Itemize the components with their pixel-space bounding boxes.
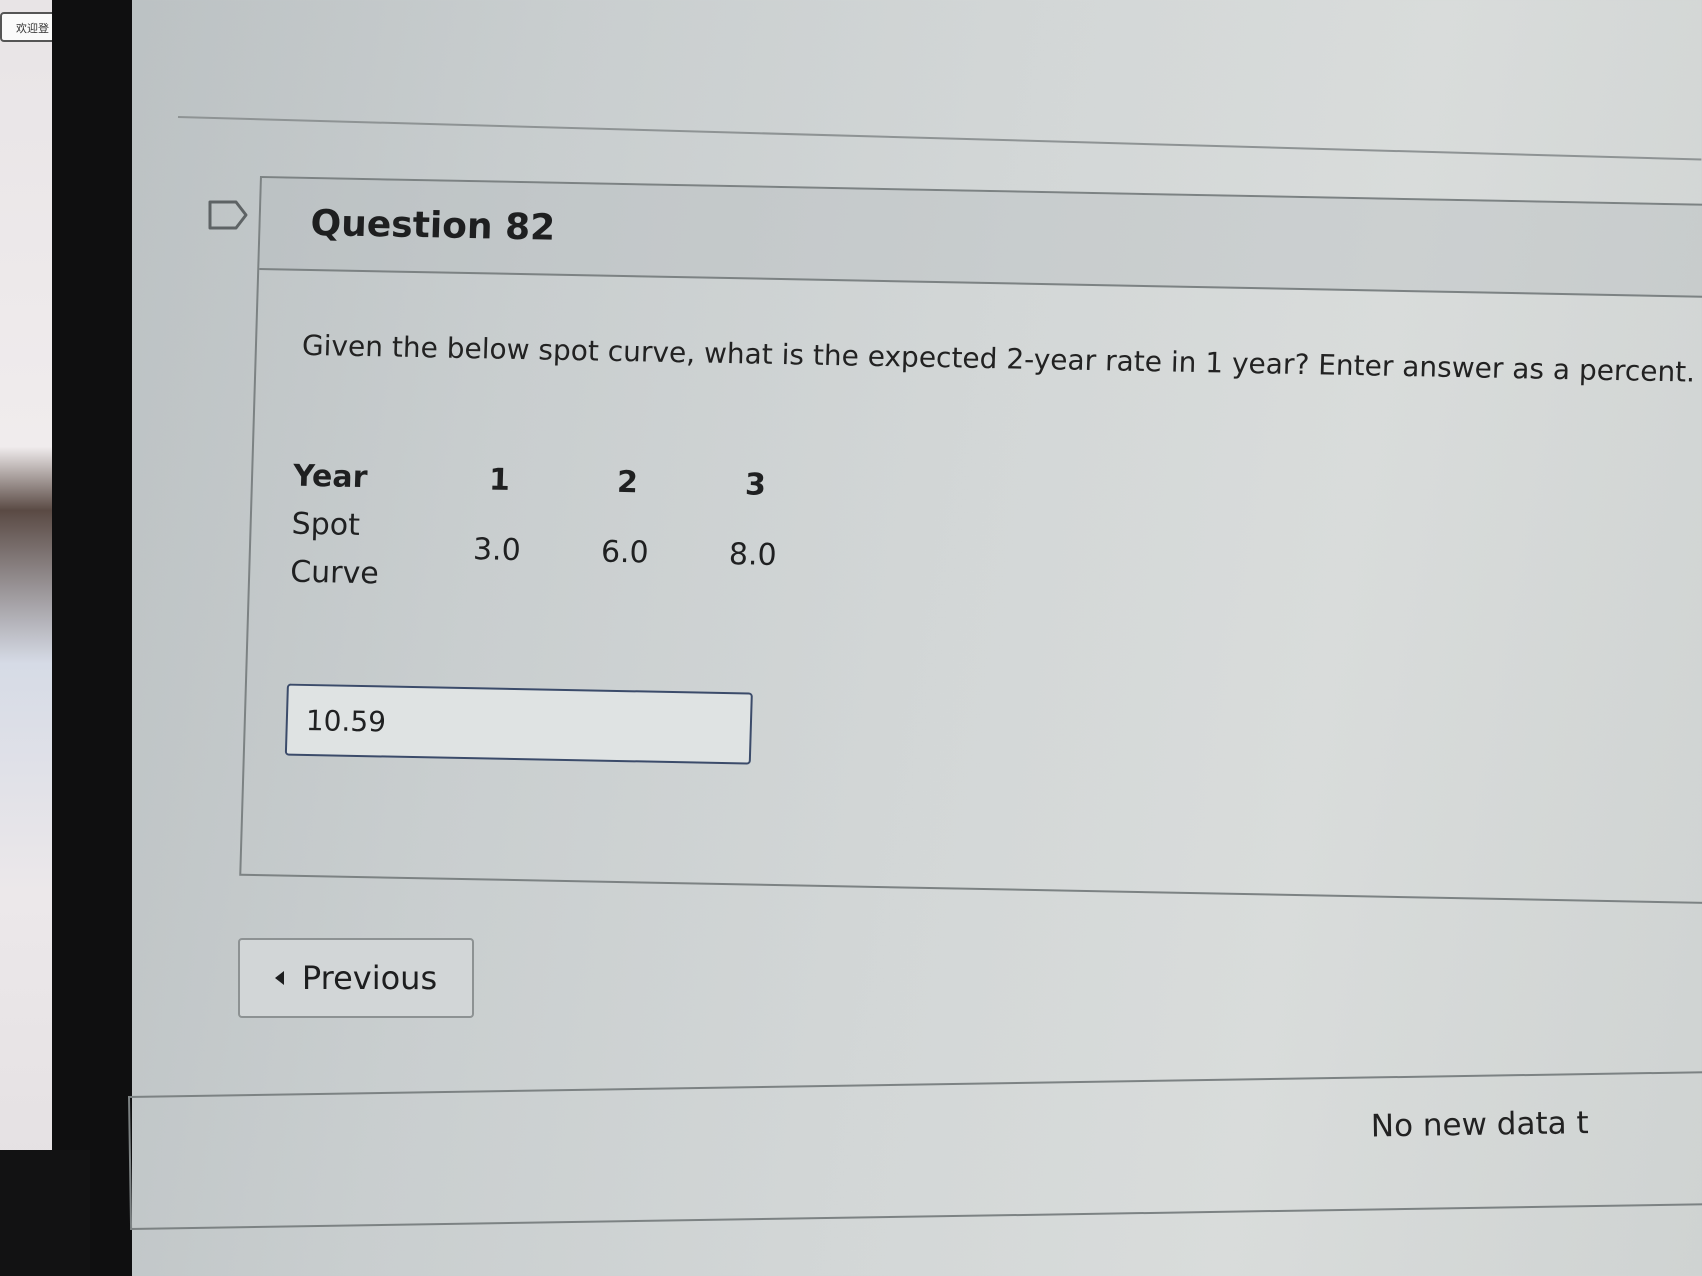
question-title: Question 82 [310, 202, 556, 249]
table-year-cell: 1 [488, 462, 511, 498]
question-prompt: Given the below spot curve, what is the … [301, 328, 1696, 389]
table-header-year: Year [292, 458, 368, 496]
monitor-bezel [52, 0, 132, 1276]
table-header-curve: Curve [289, 554, 380, 592]
table-year-cell: 3 [744, 467, 767, 503]
previous-button-label: Previous [301, 959, 438, 997]
table-year-cell: 2 [616, 464, 639, 501]
footer-panel: No new data t [128, 1070, 1702, 1230]
answer-input[interactable] [284, 683, 753, 765]
table-rate-cell: 3.0 [472, 532, 522, 569]
monitor-bezel-corner [0, 1150, 90, 1276]
previous-button[interactable]: Previous [238, 938, 474, 1018]
top-divider [177, 116, 1702, 161]
caret-left-icon [274, 971, 284, 985]
question-header: Question 82 [259, 178, 1702, 299]
bookmark-flag-icon[interactable] [208, 200, 248, 230]
footer-status-text: No new data t [1370, 1105, 1589, 1145]
question-panel: Question 82 Given the below spot curve, … [239, 176, 1702, 905]
table-rate-cell: 8.0 [728, 537, 778, 573]
table-rate-cell: 6.0 [600, 534, 650, 571]
table-header-spot: Spot [291, 506, 361, 543]
